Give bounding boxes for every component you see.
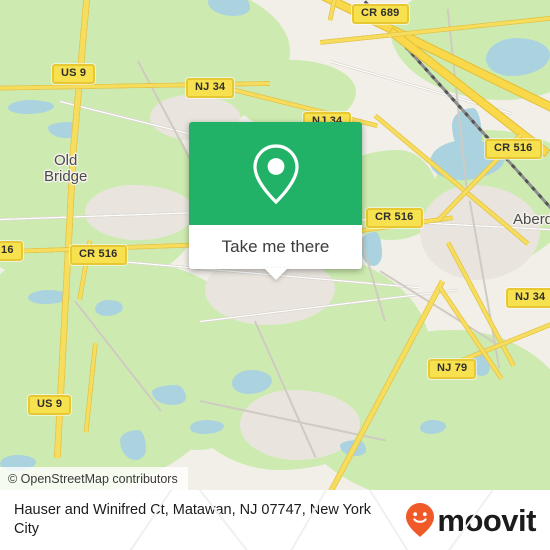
shield-nj-34: NJ 34	[186, 78, 235, 98]
shield-us-9: US 9	[52, 64, 96, 84]
shield-cr-689: CR 689	[352, 4, 409, 24]
footer-bar: Hauser and Winifred Ct, Matawan, NJ 0774…	[0, 490, 550, 550]
shield-cr-516: CR 516	[485, 139, 542, 159]
popup-footer[interactable]: Take me there	[189, 225, 362, 280]
place-label-aberdeen: Aberd	[513, 211, 550, 228]
moovit-smiling-pin-logo	[406, 503, 435, 537]
destination-address: Hauser and Winifred Ct, Matawan, NJ 0774…	[14, 502, 372, 537]
popup-header	[189, 122, 362, 225]
osm-attribution-text: © OpenStreetMap contributors	[8, 471, 178, 486]
destination-popup-card[interactable]: Take me there	[189, 122, 362, 280]
moovit-brand[interactable]: moovit	[405, 502, 536, 538]
shield-nj-34: NJ 34	[506, 288, 550, 308]
map-canvas[interactable]: CR 689 US 9 NJ 34 NJ 34 CR 516 CR 516 16…	[0, 0, 550, 490]
shield-nj-79: NJ 79	[428, 359, 477, 379]
take-me-there-label: Take me there	[221, 237, 330, 256]
map-screenshot: CR 689 US 9 NJ 34 NJ 34 CR 516 CR 516 16…	[0, 0, 550, 550]
shield-us-9: US 9	[28, 395, 72, 415]
osm-attribution[interactable]: © OpenStreetMap contributors	[0, 467, 188, 490]
shield-cr-516-partial: 16	[0, 241, 23, 261]
popup-pointer-tail	[263, 268, 288, 280]
place-label-old-bridge: Old Bridge	[44, 152, 88, 185]
shield-cr-516: CR 516	[70, 245, 127, 265]
map-pin-icon	[252, 143, 299, 204]
moovit-wordmark: moovit	[437, 502, 536, 538]
shield-cr-516: CR 516	[366, 208, 423, 228]
